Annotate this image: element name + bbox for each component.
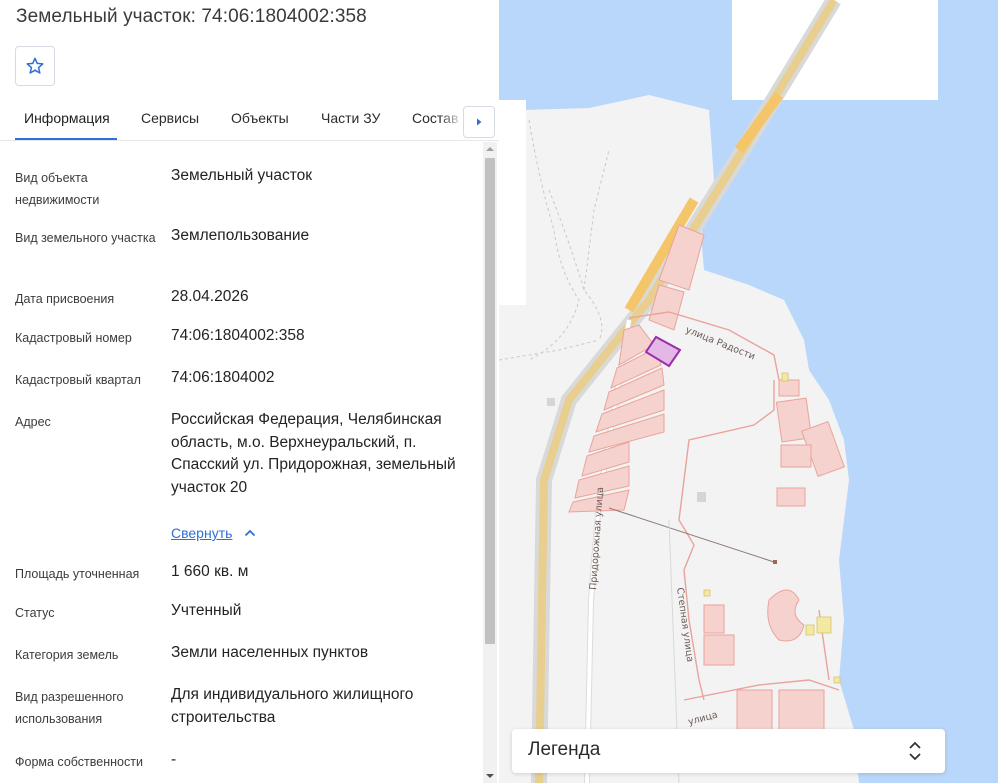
label-date: Дата присвоения: [15, 292, 115, 306]
collapse-label: Свернуть: [171, 525, 233, 541]
label-address: Адрес: [15, 415, 51, 429]
structure: [697, 492, 706, 502]
tabs-next-button[interactable]: [463, 106, 495, 138]
legend-title: Легенда: [528, 739, 601, 760]
tab-services[interactable]: Сервисы: [141, 110, 199, 126]
info-panel: Земельный участок: 74:06:1804002:358 Инф…: [0, 0, 499, 783]
caret-right-icon: [477, 118, 482, 126]
arrow-down-icon: [486, 774, 494, 778]
legend-panel[interactable]: Легенда: [512, 729, 945, 773]
collapse-address-link[interactable]: Свернуть: [171, 525, 256, 541]
label-status: Статус: [15, 606, 55, 620]
value-category: Земли населенных пунктов: [171, 644, 369, 661]
panel-scrollbar[interactable]: [483, 142, 497, 783]
label-ownership: Форма собственности: [15, 755, 143, 769]
value-permitted-use: Для индивидуального жилищного строительс…: [171, 686, 414, 726]
page-title: Земельный участок: 74:06:1804002:358: [16, 6, 367, 27]
label-object-type: Вид объекта недвижимости: [15, 171, 100, 207]
favorite-button[interactable]: [15, 46, 55, 86]
tab-information[interactable]: Информация: [24, 110, 110, 126]
value-date: 28.04.2026: [171, 288, 249, 305]
scroll-thumb[interactable]: [485, 158, 495, 644]
blank-tile: [499, 100, 526, 305]
value-object-type: Земельный участок: [171, 167, 313, 184]
active-tab-indicator: [15, 138, 117, 140]
chevron-up-icon: [245, 529, 256, 537]
label-cad-quarter: Кадастровый квартал: [15, 373, 141, 387]
value-cad-number: 74:06:1804002:358: [171, 327, 305, 344]
tab-objects[interactable]: Объекты: [231, 110, 289, 126]
star-icon: [26, 57, 44, 74]
expand-collapse-icon[interactable]: [908, 741, 922, 761]
label-area: Площадь уточненная: [15, 567, 140, 581]
scroll-up-arrow[interactable]: [483, 142, 497, 156]
cadastral-map[interactable]: улица Радости Придорожная улица Степная …: [499, 0, 998, 783]
label-cad-number: Кадастровый номер: [15, 331, 132, 345]
label-permitted-use: Вид разрешенного использования: [15, 690, 124, 726]
value-area: 1 660 кв. м: [171, 563, 249, 580]
label-category: Категория земель: [15, 648, 119, 662]
structure: [547, 398, 555, 406]
label-land-type: Вид земельного участка: [15, 231, 156, 245]
blank-tile: [732, 0, 938, 100]
value-address: Российская Федерация, Челябинская област…: [171, 411, 456, 496]
scroll-down-arrow[interactable]: [483, 769, 497, 783]
value-status: Учтенный: [171, 602, 242, 619]
tab-bar: Информация Сервисы Объекты Части ЗУ Сост…: [0, 98, 499, 141]
value-ownership: -: [171, 751, 177, 768]
value-land-type: Землепользование: [171, 227, 310, 244]
value-cad-quarter: 74:06:1804002: [171, 369, 275, 386]
arrow-up-icon: [486, 147, 494, 151]
tab-parts[interactable]: Части ЗУ: [321, 110, 380, 126]
